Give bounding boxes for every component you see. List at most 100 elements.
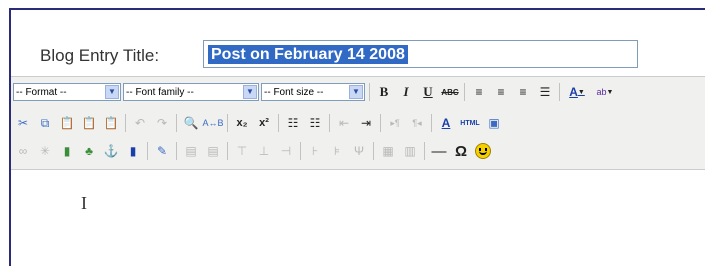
paste-word-icon: 📋 (103, 116, 119, 130)
chevron-down-icon: ▼ (105, 85, 119, 99)
paste-text-button[interactable]: 📋 (79, 113, 99, 133)
title-input[interactable]: Post on February 14 2008 (203, 40, 638, 68)
paste-icon: 📋 (59, 116, 75, 130)
align-right-button[interactable]: ≡ (513, 82, 533, 102)
redo-button[interactable]: ↷ (152, 113, 172, 133)
replace-button[interactable]: A↔B (202, 113, 224, 133)
toolbar-separator (176, 142, 177, 160)
col-before-button[interactable]: ⊦ (305, 141, 325, 161)
toolbar-separator (176, 114, 177, 132)
rtl-button[interactable]: ¶◂ (407, 113, 427, 133)
split-cells-icon: ▥ (404, 144, 416, 158)
film-button[interactable]: ▮ (123, 141, 143, 161)
styles-icon: A (441, 116, 451, 130)
copy-icon: ⧉ (40, 115, 50, 130)
window-icon: ▣ (488, 116, 500, 130)
numbered-list-button[interactable]: ☷ (305, 113, 325, 133)
delete-col-icon: Ψ (353, 144, 365, 158)
outdent-icon: ⇤ (338, 116, 350, 130)
toolbar-separator (373, 142, 374, 160)
italic-button[interactable]: I (396, 82, 416, 102)
bullet-list-button[interactable]: ☷ (283, 113, 303, 133)
bold-button[interactable]: B (374, 82, 394, 102)
col-after-icon: ⊧ (333, 144, 341, 158)
strikethrough-button[interactable]: ABC (440, 82, 460, 102)
align-center-button[interactable]: ≡ (491, 82, 511, 102)
font-family-select[interactable]: -- Font family -- ▼ (123, 83, 259, 101)
align-right-icon: ≡ (519, 85, 527, 99)
horizontal-rule-button[interactable]: — (429, 141, 449, 161)
text-color-button[interactable]: A ▼ (564, 82, 590, 102)
delete-row-button[interactable]: ⊣ (276, 141, 296, 161)
align-center-icon: ≡ (497, 85, 505, 99)
anchor-button[interactable]: ⚓ (101, 141, 121, 161)
align-justify-icon: ☰ (539, 85, 551, 99)
html-button[interactable]: HTML (458, 113, 482, 133)
toolbar-separator (125, 114, 126, 132)
edit-icon: ✎ (156, 144, 168, 158)
emoticon-button[interactable] (473, 141, 493, 161)
ltr-icon: ▸¶ (390, 117, 400, 128)
text-cursor-icon: I (81, 193, 87, 213)
format-select[interactable]: -- Format -- ▼ (13, 83, 121, 101)
image-icon: ▮ (63, 144, 71, 158)
toolbar-separator (300, 142, 301, 160)
align-justify-button[interactable]: ☰ (535, 82, 555, 102)
toolbar-separator (147, 142, 148, 160)
bullet-list-icon: ☷ (287, 116, 299, 130)
subscript-button[interactable]: x₂ (232, 113, 252, 133)
unlink-button[interactable]: ✳ (35, 141, 55, 161)
toolbar-separator (431, 114, 432, 132)
table-props-button[interactable]: ▤ (203, 141, 223, 161)
underline-button[interactable]: U (418, 82, 438, 102)
font-family-select-label: -- Font family -- (126, 86, 194, 98)
row-before-icon: ⊤ (236, 144, 248, 158)
preview-button[interactable]: ▣ (484, 113, 504, 133)
edit-css-button[interactable]: ✎ (152, 141, 172, 161)
ltr-button[interactable]: ▸¶ (385, 113, 405, 133)
delete-row-icon: ⊣ (280, 144, 292, 158)
undo-button[interactable]: ↶ (130, 113, 150, 133)
find-button[interactable]: 🔍 (181, 113, 201, 133)
link-icon: ∞ (18, 144, 28, 158)
align-left-icon: ≡ (475, 85, 483, 99)
special-char-button[interactable]: Ω (451, 141, 471, 161)
col-after-button[interactable]: ⊧ (327, 141, 347, 161)
styles-button[interactable]: A (436, 113, 456, 133)
highlight-color-button[interactable]: ab ▼ (592, 82, 618, 102)
merge-cells-button[interactable]: ▦ (378, 141, 398, 161)
title-row: Blog Entry Title: Post on February 14 20… (11, 10, 705, 76)
split-cells-button[interactable]: ▥ (400, 141, 420, 161)
editor-content-area[interactable]: I (11, 170, 705, 268)
title-input-value: Post on February 14 2008 (208, 45, 408, 64)
indent-icon: ⇥ (360, 116, 372, 130)
font-size-select[interactable]: -- Font size -- ▼ (261, 83, 365, 101)
tree-icon: ♣ (85, 144, 93, 158)
indent-button[interactable]: ⇥ (356, 113, 376, 133)
binoculars-icon: 🔍 (183, 116, 199, 130)
paste-word-button[interactable]: 📋 (101, 113, 121, 133)
outdent-button[interactable]: ⇤ (334, 113, 354, 133)
toolbar-separator (464, 83, 465, 101)
paste-button[interactable]: 📋 (57, 113, 77, 133)
align-left-button[interactable]: ≡ (469, 82, 489, 102)
image-button[interactable]: ▮ (57, 141, 77, 161)
copy-button[interactable]: ⧉ (35, 113, 55, 133)
replace-icon: A↔B (202, 118, 224, 128)
toolbar-row-1: -- Format -- ▼ -- Font family -- ▼ -- Fo… (13, 81, 620, 103)
highlight-icon: ab (596, 87, 607, 97)
delete-col-button[interactable]: Ψ (349, 141, 369, 161)
row-before-button[interactable]: ⊤ (232, 141, 252, 161)
toolbar-separator (559, 83, 560, 101)
redo-icon: ↷ (156, 116, 168, 130)
link-button[interactable]: ∞ (13, 141, 33, 161)
cut-button[interactable]: ✂ (13, 113, 33, 133)
row-after-button[interactable]: ⊥ (254, 141, 274, 161)
smiley-icon (475, 143, 491, 159)
chevron-down-icon: ▼ (243, 85, 257, 99)
superscript-button[interactable]: x² (254, 113, 274, 133)
media-button[interactable]: ♣ (79, 141, 99, 161)
table-button[interactable]: ▤ (181, 141, 201, 161)
format-select-label: -- Format -- (16, 86, 67, 98)
toolbar-separator (278, 114, 279, 132)
